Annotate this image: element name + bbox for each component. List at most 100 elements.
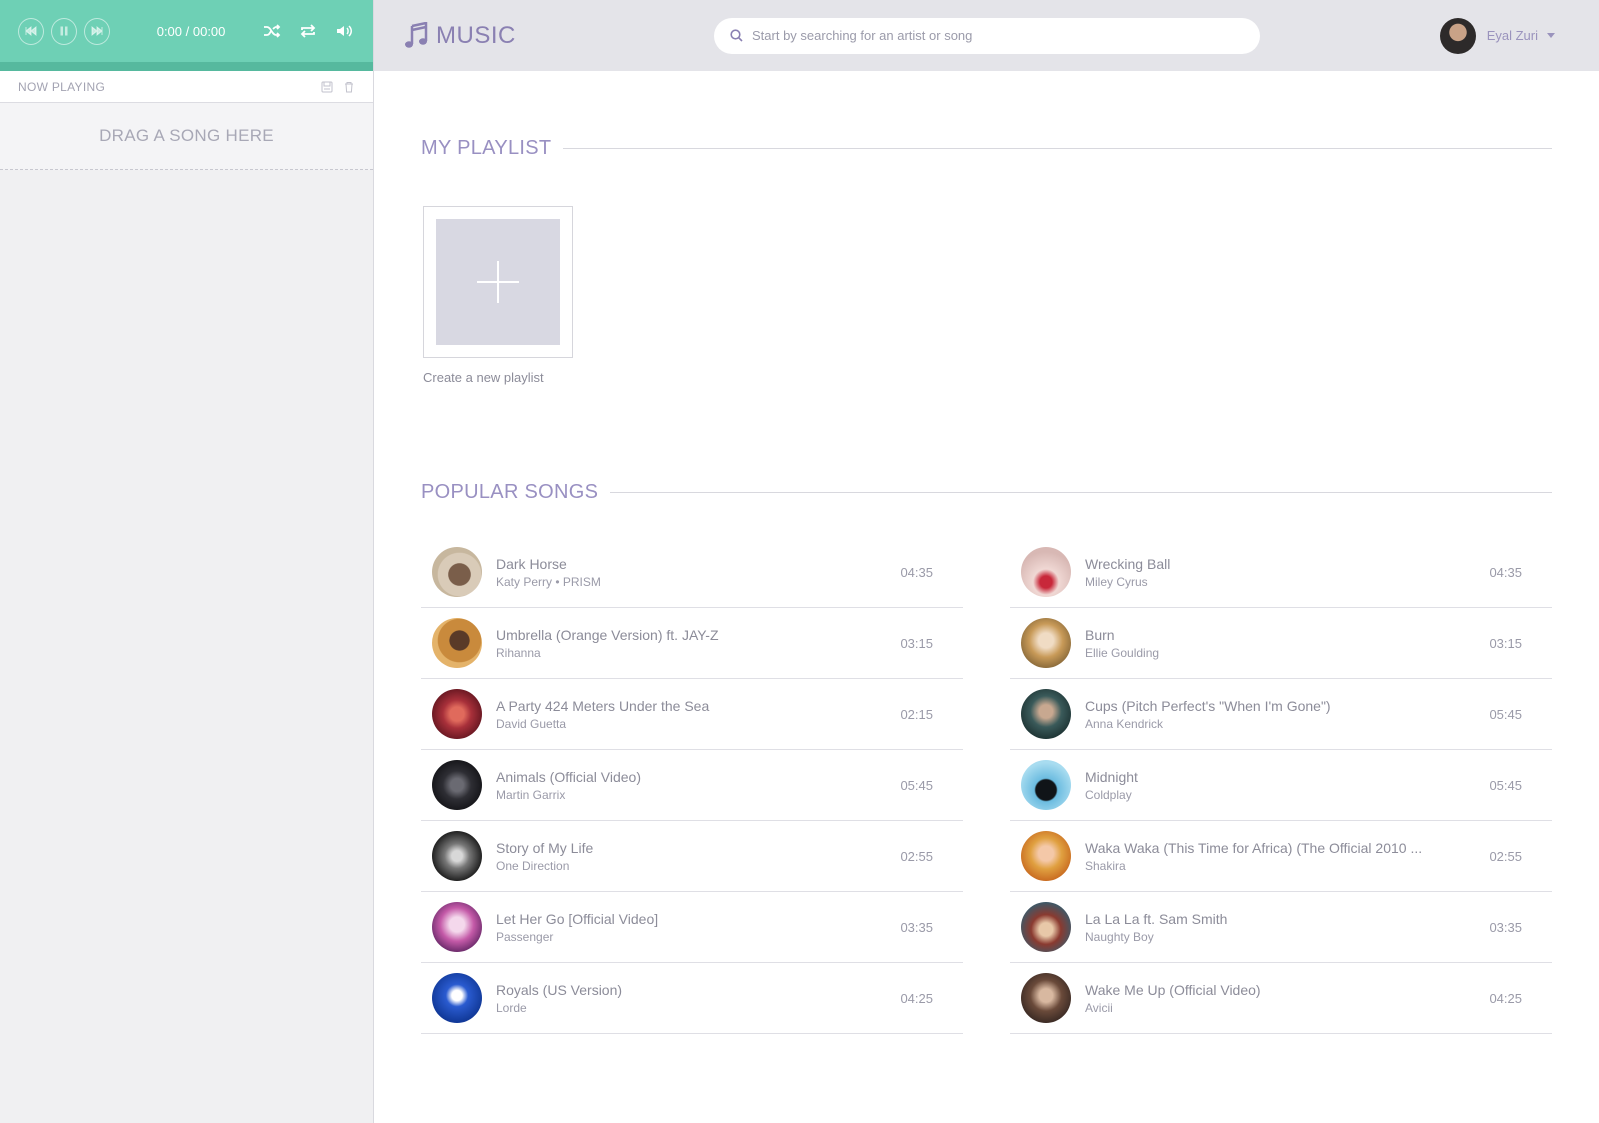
songs-column-right: Wrecking Ball Miley Cyrus 04:35 Burn Ellie… <box>1010 537 1552 1034</box>
song-title: Umbrella (Orange Version) ft. JAY-Z <box>496 626 719 643</box>
volume-button[interactable] <box>334 20 355 42</box>
divider <box>563 148 1552 149</box>
song-duration: 02:55 <box>1489 848 1522 864</box>
main-content: MY PLAYLIST Create a new playlist POPULA… <box>421 71 1552 1034</box>
song-duration: 04:35 <box>1489 564 1522 580</box>
song-row[interactable]: Animals (Official Video) Martin Garrix 05… <box>421 750 963 821</box>
song-row[interactable]: Burn Ellie Goulding 03:15 <box>1010 608 1552 679</box>
song-title: Burn <box>1085 626 1115 643</box>
search-input[interactable] <box>752 28 1232 43</box>
popular-songs-grid: Dark Horse Katy Perry • PRISM 04:35 Umbre… <box>421 537 1552 1034</box>
song-duration: 04:25 <box>1489 990 1522 1006</box>
song-row[interactable]: Dark Horse Katy Perry • PRISM 04:35 <box>421 537 963 608</box>
song-artist: Passenger <box>496 929 554 944</box>
song-duration: 05:45 <box>1489 706 1522 722</box>
song-duration: 02:15 <box>900 706 933 722</box>
song-title: Cups (Pitch Perfect's "When I'm Gone") <box>1085 697 1331 714</box>
playback-time: 0:00 / 00:00 <box>156 23 226 39</box>
song-duration: 05:45 <box>1489 777 1522 793</box>
create-playlist-button[interactable] <box>423 206 573 358</box>
my-playlist-section-header: MY PLAYLIST <box>421 137 1552 160</box>
song-artist: One Direction <box>496 858 570 873</box>
chevron-down-icon[interactable] <box>1547 33 1555 38</box>
song-artist: Avicii <box>1085 1000 1113 1015</box>
player-bar: 0:00 / 00:00 <box>0 0 373 71</box>
next-icon <box>91 25 103 37</box>
plus-icon <box>477 261 519 303</box>
song-title: Midnight <box>1085 768 1138 785</box>
sidebar: 0:00 / 00:00 NOW PLAYING DRAG A SONG HER… <box>0 0 374 1123</box>
popular-songs-heading: POPULAR SONGS <box>421 481 599 503</box>
song-row[interactable]: Umbrella (Orange Version) ft. JAY-Z Rihan… <box>421 608 963 679</box>
user-menu[interactable]: Eyal Zuri <box>1439 17 1555 54</box>
shuffle-button[interactable] <box>262 20 283 42</box>
search-box[interactable] <box>714 17 1260 54</box>
album-art <box>1021 760 1071 810</box>
progress-bar[interactable] <box>0 62 373 71</box>
song-title: A Party 424 Meters Under the Sea <box>496 697 710 714</box>
song-row[interactable]: Royals (US Version) Lorde 04:25 <box>421 963 963 1034</box>
logo-text: MUSIC <box>436 21 516 49</box>
music-note-icon <box>405 21 428 48</box>
song-title: Let Her Go [Official Video] <box>496 910 659 927</box>
previous-button[interactable] <box>18 17 44 45</box>
song-row[interactable]: A Party 424 Meters Under the Sea David Gu… <box>421 679 963 750</box>
album-art <box>1021 831 1071 881</box>
search-icon <box>730 29 743 42</box>
song-title: Wake Me Up (Official Video) <box>1085 981 1261 998</box>
song-row[interactable]: Story of My Life One Direction 02:55 <box>421 821 963 892</box>
song-title: La La La ft. Sam Smith <box>1085 910 1228 927</box>
song-title: Waka Waka (This Time for Africa) (The Of… <box>1085 839 1423 856</box>
next-button[interactable] <box>83 17 110 45</box>
volume-icon <box>337 25 353 37</box>
song-title: Animals (Official Video) <box>496 768 641 785</box>
now-playing-title: NOW PLAYING <box>18 79 106 94</box>
song-row[interactable]: Wrecking Ball Miley Cyrus 04:35 <box>1010 537 1552 608</box>
song-artist: Katy Perry • PRISM <box>496 574 601 589</box>
song-duration: 03:35 <box>900 919 933 935</box>
song-row[interactable]: Let Her Go [Official Video] Passenger 03:… <box>421 892 963 963</box>
logo[interactable]: MUSIC <box>404 21 714 50</box>
repeat-button[interactable] <box>298 20 319 42</box>
album-art <box>432 618 482 668</box>
songs-column-left: Dark Horse Katy Perry • PRISM 04:35 Umbre… <box>421 537 963 1034</box>
song-artist: Anna Kendrick <box>1085 716 1164 731</box>
shuffle-icon <box>264 24 281 38</box>
song-artist: Miley Cyrus <box>1085 574 1148 589</box>
top-header: MUSIC Eyal Zuri <box>374 0 1599 71</box>
album-art <box>1021 689 1071 739</box>
album-art <box>432 902 482 952</box>
song-artist: Martin Garrix <box>496 787 566 802</box>
now-playing-header: NOW PLAYING <box>0 71 373 103</box>
song-row[interactable]: Wake Me Up (Official Video) Avicii 04:25 <box>1010 963 1552 1034</box>
my-playlist-heading: MY PLAYLIST <box>421 137 552 159</box>
song-duration: 04:25 <box>900 990 933 1006</box>
song-duration: 03:15 <box>900 635 933 651</box>
song-artist: David Guetta <box>496 716 567 731</box>
song-title: Wrecking Ball <box>1085 555 1171 572</box>
song-duration: 05:45 <box>900 777 933 793</box>
song-row[interactable]: Midnight Coldplay 05:45 <box>1010 750 1552 821</box>
album-art <box>1021 973 1071 1023</box>
create-playlist-tile <box>436 219 560 345</box>
song-row[interactable]: La La La ft. Sam Smith Naughty Boy 03:35 <box>1010 892 1552 963</box>
song-artist: Rihanna <box>496 645 541 660</box>
song-duration: 03:35 <box>1489 919 1522 935</box>
song-row[interactable]: Cups (Pitch Perfect's "When I'm Gone") An… <box>1010 679 1552 750</box>
album-art <box>432 831 482 881</box>
song-duration: 02:55 <box>900 848 933 864</box>
album-art <box>432 973 482 1023</box>
create-playlist-label[interactable]: Create a new playlist <box>423 370 1552 385</box>
save-queue-button[interactable] <box>321 81 333 93</box>
pause-button[interactable] <box>50 17 77 45</box>
song-title: Story of My Life <box>496 839 594 856</box>
song-duration: 03:15 <box>1489 635 1522 651</box>
album-art <box>432 547 482 597</box>
song-drop-zone[interactable]: DRAG A SONG HERE <box>0 103 373 170</box>
song-artist: Ellie Goulding <box>1085 645 1160 660</box>
clear-queue-button[interactable] <box>343 81 355 93</box>
album-art <box>432 689 482 739</box>
trash-icon <box>345 81 353 92</box>
avatar[interactable] <box>1439 17 1476 54</box>
song-row[interactable]: Waka Waka (This Time for Africa) (The Of… <box>1010 821 1552 892</box>
